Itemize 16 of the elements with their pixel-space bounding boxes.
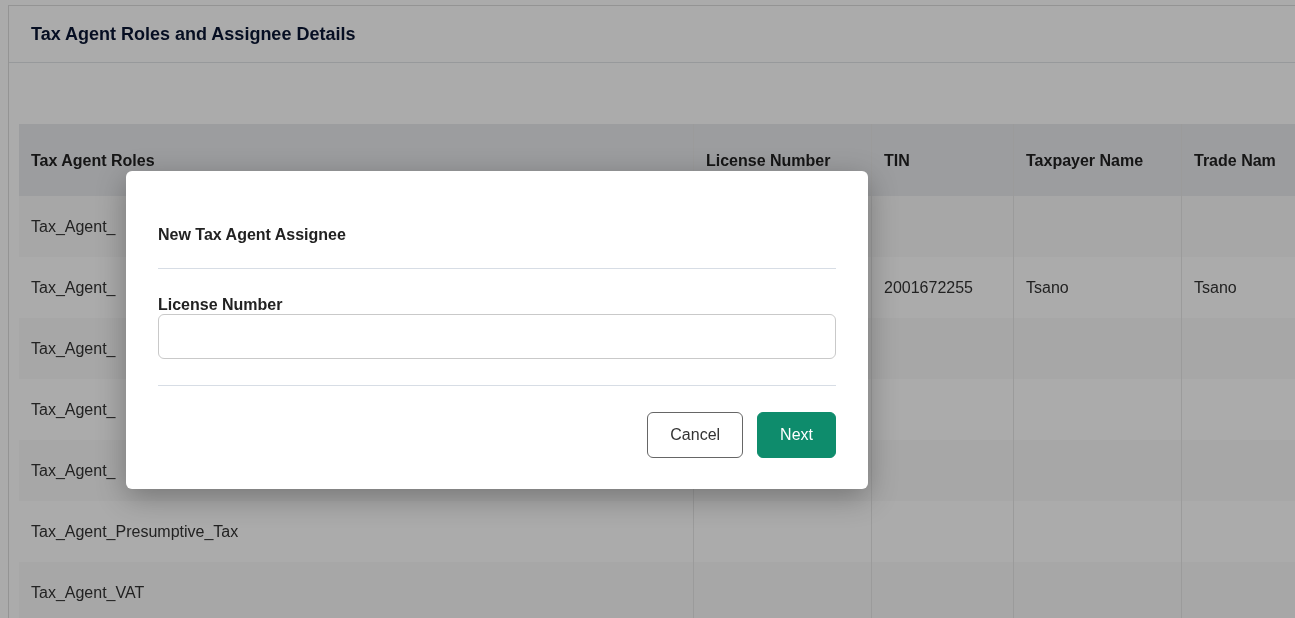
table-cell: Tax_Agent_VAT [31,583,145,602]
table-cell: 2001672255 [884,278,973,297]
table-cell: Tax_Agent_ [31,339,116,358]
table-cell: Tax_Agent_ [31,217,116,236]
page-title: Tax Agent Roles and Assignee Details [31,23,356,45]
next-button[interactable]: Next [757,412,836,458]
field-label: License Number [158,296,284,314]
table-cell: Tax_Agent_ [31,400,116,419]
table-cell: Tax_Agent_ [31,461,116,480]
table-cell: Tsano [1026,278,1069,297]
table-cell: Tax_Agent_ [31,278,116,297]
license-number-field[interactable] [158,314,836,359]
table-cell: Tsano [1194,278,1237,297]
dialog-title: New Tax Agent Assignee [158,226,347,245]
table-cell: Tax_Agent_Presumptive_Tax [31,522,239,541]
cancel-button[interactable]: Cancel [647,412,744,458]
